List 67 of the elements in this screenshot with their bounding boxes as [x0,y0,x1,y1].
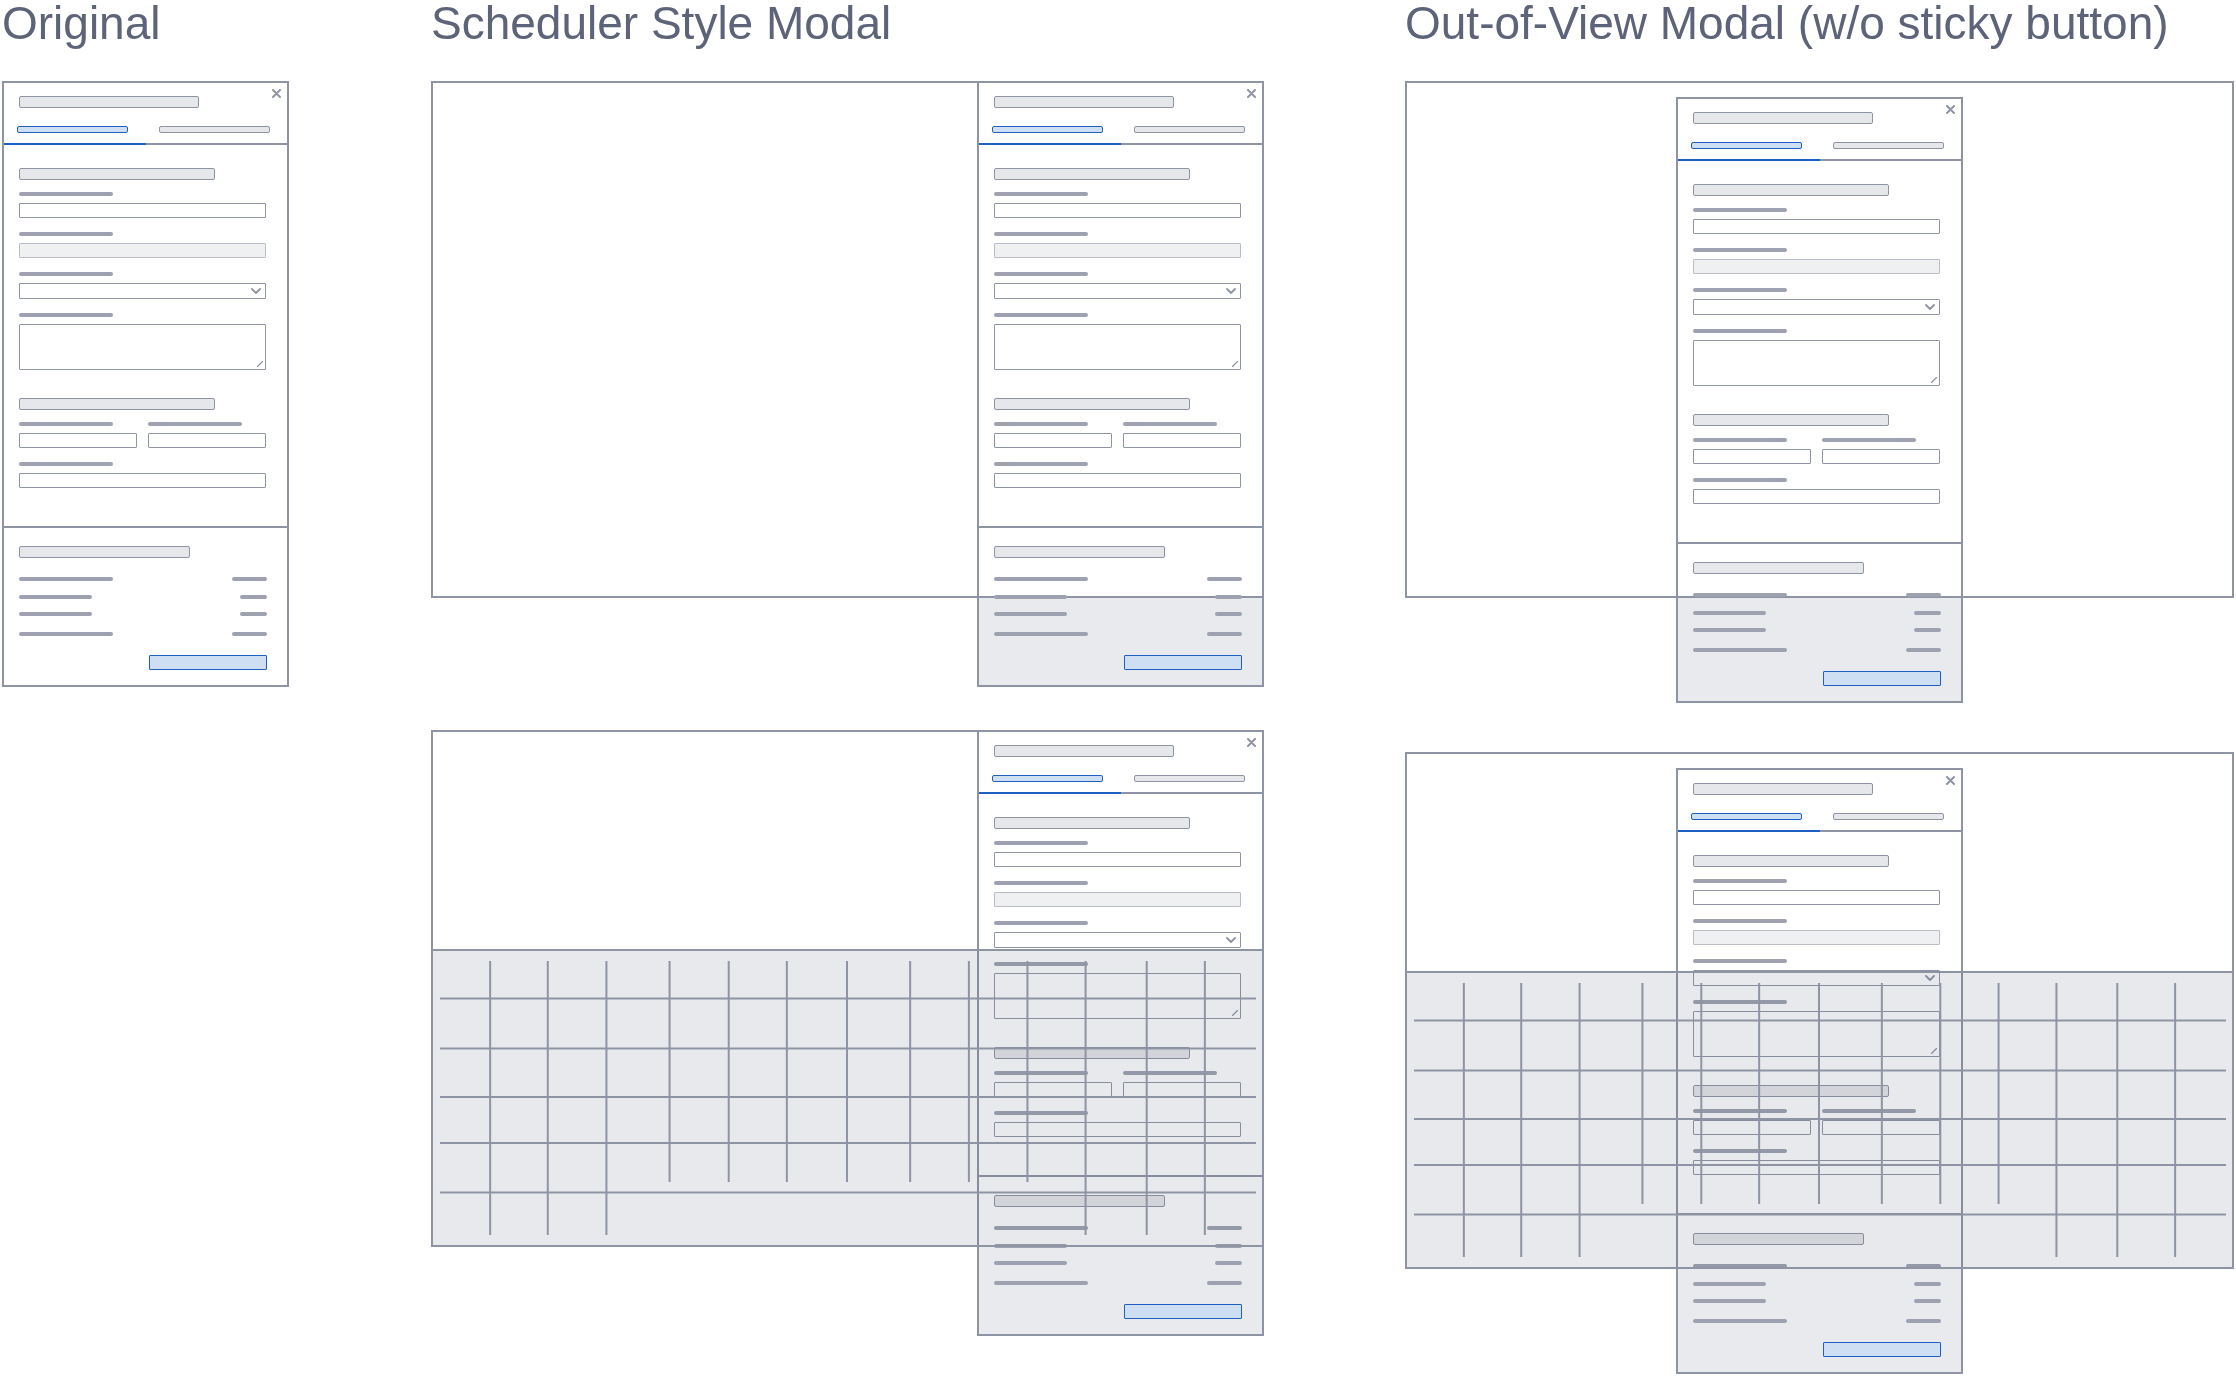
input-field[interactable] [994,203,1241,218]
input-field[interactable] [994,433,1112,448]
close-icon[interactable] [1946,105,1955,114]
resize-grip-icon [1931,1048,1937,1054]
summary-value-placeholder [1207,1226,1242,1230]
resize-grip-icon [257,361,263,367]
summary-value-placeholder [1914,628,1941,632]
resize-grip-icon [1931,377,1937,383]
textarea-field[interactable] [994,973,1241,1019]
resize-grip-icon [1232,361,1238,367]
primary-button[interactable] [1823,671,1941,686]
input-field[interactable] [1822,449,1940,464]
summary-value-placeholder [1215,1261,1242,1265]
input-field[interactable] [19,473,266,488]
chevron-down-icon [1925,975,1935,981]
summary-value-placeholder [232,632,267,636]
close-icon[interactable] [272,89,281,98]
input-field[interactable] [1693,449,1811,464]
select-field[interactable] [994,283,1241,299]
summary-value-placeholder [1215,1244,1242,1248]
input-field[interactable] [148,433,266,448]
select-field[interactable] [1693,970,1940,986]
input-field[interactable] [994,473,1241,488]
textarea-field[interactable] [994,324,1241,370]
chevron-down-icon [1925,304,1935,310]
summary-value-placeholder [1207,1281,1242,1285]
summary-value-placeholder [1906,1319,1941,1323]
summary-value-placeholder [240,612,267,616]
primary-button[interactable] [149,655,267,670]
chevron-down-icon [251,288,261,294]
textarea-field[interactable] [1693,340,1940,386]
input-field[interactable] [1822,1120,1940,1135]
textarea-field[interactable] [19,324,266,370]
summary-value-placeholder [1215,595,1242,599]
close-icon[interactable] [1247,738,1256,747]
input-field[interactable] [1123,433,1241,448]
summary-value-placeholder [1914,611,1941,615]
summary-value-placeholder [1906,648,1941,652]
select-field[interactable] [1693,299,1940,315]
textarea-field[interactable] [1693,1011,1940,1057]
input-field[interactable] [1693,219,1940,234]
input-field[interactable] [994,852,1241,867]
summary-value-placeholder [232,577,267,581]
close-icon[interactable] [1247,89,1256,98]
primary-button[interactable] [1124,1304,1242,1319]
summary-value-placeholder [240,595,267,599]
chevron-down-icon [1226,288,1236,294]
close-icon[interactable] [1946,776,1955,785]
input-field[interactable] [1693,890,1940,905]
primary-button[interactable] [1124,655,1242,670]
chevron-down-icon [1226,937,1236,943]
input-field[interactable] [994,1122,1241,1137]
summary-value-placeholder [1207,632,1242,636]
summary-value-placeholder [1215,612,1242,616]
primary-button[interactable] [1823,1342,1941,1357]
input-field[interactable] [1693,489,1940,504]
summary-value-placeholder [1906,593,1941,597]
summary-value-placeholder [1914,1282,1941,1286]
select-field[interactable] [19,283,266,299]
select-field[interactable] [994,932,1241,948]
summary-value-placeholder [1207,577,1242,581]
resize-grip-icon [1232,1010,1238,1016]
input-field[interactable] [1693,1120,1811,1135]
input-field[interactable] [19,203,266,218]
summary-value-placeholder [1906,1264,1941,1268]
summary-value-placeholder [1914,1299,1941,1303]
input-field[interactable] [19,433,137,448]
